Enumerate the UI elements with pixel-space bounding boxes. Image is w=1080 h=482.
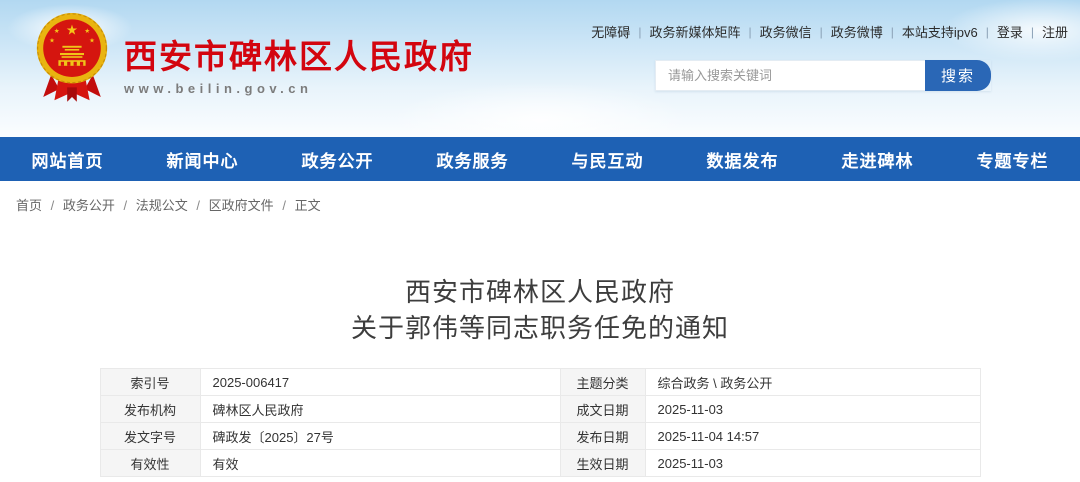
top-links: 无障碍 | 政务新媒体矩阵 | 政务微信 | 政务微博 | 本站支持ipv6 |… xyxy=(591,22,1068,41)
meta-value-written-date: 2025-11-03 xyxy=(645,396,980,423)
site-header: ★ ★ ★ ★ ★ 西安市碑林区人民政 xyxy=(0,0,1080,137)
document-title: 西安市碑林区人民政府 关于郭伟等同志职务任免的通知 xyxy=(0,274,1080,346)
svg-text:★: ★ xyxy=(84,27,90,35)
meta-value-issuer: 碑林区人民政府 xyxy=(200,396,560,423)
document-content: 西安市碑林区人民政府 关于郭伟等同志职务任免的通知 索引号 2025-00641… xyxy=(0,274,1080,477)
site-logo-link[interactable]: ★ ★ ★ ★ ★ 西安市碑林区人民政 xyxy=(32,10,474,104)
link-ipv6-support[interactable]: 本站支持ipv6 xyxy=(902,22,978,41)
meta-row-3: 发文字号 碑政发〔2025〕27号 发布日期 2025-11-04 14:57 xyxy=(100,423,980,450)
meta-value-index-no: 2025-006417 xyxy=(200,369,560,396)
meta-label-publish-date: 发布日期 xyxy=(560,423,645,450)
svg-text:★: ★ xyxy=(89,37,95,45)
nav-item-special-topics[interactable]: 专题专栏 xyxy=(945,137,1080,181)
main-nav: 网站首页 新闻中心 政务公开 政务服务 与民互动 数据发布 走进碑林 专题专栏 xyxy=(0,137,1080,181)
nav-item-news[interactable]: 新闻中心 xyxy=(135,137,270,181)
site-url: www.beilin.gov.cn xyxy=(124,81,474,96)
nav-item-about-beilin[interactable]: 走进碑林 xyxy=(810,137,945,181)
meta-label-effective-date: 生效日期 xyxy=(560,450,645,477)
meta-row-1: 索引号 2025-006417 主题分类 综合政务 \ 政务公开 xyxy=(100,369,980,396)
national-emblem-icon: ★ ★ ★ ★ ★ xyxy=(32,10,112,104)
separator: / xyxy=(282,198,286,213)
link-gov-weibo[interactable]: 政务微博 xyxy=(831,22,883,41)
nav-item-data-release[interactable]: 数据发布 xyxy=(675,137,810,181)
link-gov-wechat[interactable]: 政务微信 xyxy=(760,22,812,41)
separator: / xyxy=(124,198,128,213)
breadcrumb-item-regulations[interactable]: 法规公文 xyxy=(136,198,188,213)
nav-item-interaction[interactable]: 与民互动 xyxy=(540,137,675,181)
svg-text:★: ★ xyxy=(54,27,60,35)
meta-label-validity: 有效性 xyxy=(100,450,200,477)
document-title-line2: 关于郭伟等同志职务任免的通知 xyxy=(0,310,1080,346)
document-title-line1: 西安市碑林区人民政府 xyxy=(0,274,1080,310)
separator: | xyxy=(748,25,751,39)
link-gov-media-matrix[interactable]: 政务新媒体矩阵 xyxy=(649,22,740,41)
breadcrumb-item-home[interactable]: 首页 xyxy=(16,198,42,213)
search-input[interactable] xyxy=(655,60,925,91)
link-accessibility[interactable]: 无障碍 xyxy=(591,22,630,41)
meta-row-4: 有效性 有效 生效日期 2025-11-03 xyxy=(100,450,980,477)
meta-label-index-no: 索引号 xyxy=(100,369,200,396)
page: ★ ★ ★ ★ ★ 西安市碑林区人民政 xyxy=(0,0,1080,482)
meta-value-doc-number: 碑政发〔2025〕27号 xyxy=(200,423,560,450)
separator: / xyxy=(196,198,200,213)
link-register[interactable]: 注册 xyxy=(1042,22,1068,41)
search-bar: 搜索 xyxy=(655,60,991,91)
nav-item-home[interactable]: 网站首页 xyxy=(0,137,135,181)
separator: / xyxy=(51,198,55,213)
meta-label-topic: 主题分类 xyxy=(560,369,645,396)
separator: | xyxy=(1031,25,1034,39)
separator: | xyxy=(820,25,823,39)
meta-value-publish-date: 2025-11-04 14:57 xyxy=(645,423,980,450)
separator: | xyxy=(986,25,989,39)
meta-value-topic: 综合政务 \ 政务公开 xyxy=(645,369,980,396)
meta-label-issuer: 发布机构 xyxy=(100,396,200,423)
search-button[interactable]: 搜索 xyxy=(925,60,991,91)
nav-item-gov-services[interactable]: 政务服务 xyxy=(405,137,540,181)
svg-text:★: ★ xyxy=(66,23,78,39)
breadcrumb: 首页 / 政务公开 / 法规公文 / 区政府文件 / 正文 xyxy=(0,181,1080,214)
link-login[interactable]: 登录 xyxy=(997,22,1023,41)
breadcrumb-item-gov-info[interactable]: 政务公开 xyxy=(63,198,115,213)
separator: | xyxy=(891,25,894,39)
meta-value-validity: 有效 xyxy=(200,450,560,477)
nav-item-gov-info[interactable]: 政务公开 xyxy=(270,137,405,181)
meta-row-2: 发布机构 碑林区人民政府 成文日期 2025-11-03 xyxy=(100,396,980,423)
meta-value-effective-date: 2025-11-03 xyxy=(645,450,980,477)
meta-label-written-date: 成文日期 xyxy=(560,396,645,423)
breadcrumb-item-district-docs[interactable]: 区政府文件 xyxy=(209,198,274,213)
document-meta-table: 索引号 2025-006417 主题分类 综合政务 \ 政务公开 发布机构 碑林… xyxy=(100,368,981,477)
meta-label-doc-number: 发文字号 xyxy=(100,423,200,450)
separator: | xyxy=(638,25,641,39)
svg-text:★: ★ xyxy=(49,37,55,45)
site-title: 西安市碑林区人民政府 xyxy=(124,37,474,77)
breadcrumb-item-current: 正文 xyxy=(295,198,321,213)
brand-text: 西安市碑林区人民政府 www.beilin.gov.cn xyxy=(124,19,474,96)
